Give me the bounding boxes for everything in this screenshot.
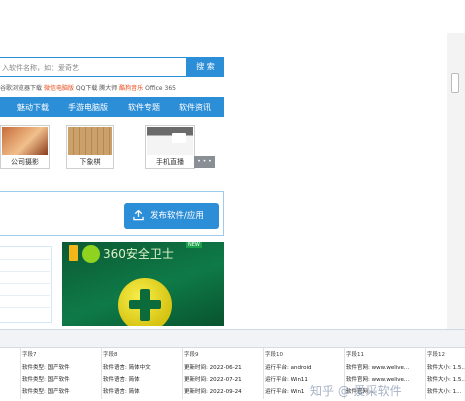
header-cell[interactable]: 字段8	[103, 350, 178, 358]
hot-link[interactable]: QQ下载 腾大师	[76, 85, 117, 92]
hot-link[interactable]: Office 365	[145, 85, 176, 92]
left-list-panel	[0, 246, 52, 323]
app-thumbnail[interactable]: 下象棋	[66, 125, 114, 169]
nav-item[interactable]: 软件专题	[128, 102, 160, 113]
hot-link[interactable]: 谷歌浏览器下载	[0, 85, 42, 92]
hot-keywords: 谷歌浏览器下载 微信电脑版 QQ下载 腾大师 酷狗音乐 Office 365	[0, 83, 176, 92]
list-divider	[0, 271, 50, 272]
nav-item[interactable]: 软件资讯	[179, 102, 211, 113]
upload-icon	[133, 209, 144, 221]
table-cell: 软件语言: 简体中文	[103, 365, 151, 371]
search-input[interactable]: 入软件名称，如：爱奇艺	[0, 57, 187, 77]
nav-item[interactable]: 魅动下载	[17, 102, 49, 113]
hot-link-red[interactable]: 酷狗音乐	[119, 85, 143, 92]
list-divider	[0, 259, 50, 260]
search-button[interactable]: 搜 索	[187, 57, 224, 77]
plus-bar	[140, 289, 150, 321]
nav-item[interactable]: 手游电脑版	[68, 102, 108, 113]
web-page: 入软件名称，如：爱奇艺 搜 索 谷歌浏览器下载 微信电脑版 QQ下载 腾大师 酷…	[0, 33, 447, 329]
browser-top-area	[0, 0, 465, 34]
header-cell[interactable]: 字段11	[346, 350, 421, 358]
bookmark-icon	[69, 245, 78, 261]
header-cell[interactable]: 字段7	[22, 350, 97, 358]
thumbnail-image	[2, 127, 48, 155]
table-cell: 更新时间: 2022-06-21	[184, 365, 242, 371]
thumbnail-caption: 手机直播	[156, 158, 184, 166]
table-cell: 软件大小: 1...	[427, 389, 462, 395]
table-cell: 更新时间: 2022-07-21	[184, 377, 242, 383]
publish-label: 发布软件/应用	[150, 211, 204, 221]
table-cell: 软件类型: 国产软件	[22, 365, 70, 371]
header-cell[interactable]: 字段10	[265, 350, 340, 358]
app-thumbnail[interactable]: 手机直播 • • •	[145, 125, 215, 169]
header-cell[interactable]: 字段12	[427, 350, 465, 358]
table-cell: 软件官网: www.welive...	[346, 365, 410, 371]
table-cell: 软件类型: 国产软件	[22, 377, 70, 383]
table-cell: 软件语言: 简体	[103, 389, 140, 395]
table-cell: 软件类型: 国产软件	[22, 389, 70, 395]
app-thumbnail[interactable]: 公司摄影	[0, 125, 50, 169]
thumbnail-caption: 下象棋	[79, 158, 101, 166]
column-divider	[20, 348, 21, 399]
table-toolbar	[0, 330, 465, 348]
new-badge: NEW	[186, 242, 202, 248]
ad-brand: 360安全卫士	[103, 247, 174, 261]
table-cell: 软件大小: 1.5...	[427, 377, 465, 383]
table-cell: 运行平台: android	[265, 365, 312, 371]
header-cell[interactable]: 字段9	[184, 350, 259, 358]
main-nav: 魅动下载 手游电脑版 软件专题 软件资讯	[0, 97, 224, 117]
list-divider	[0, 295, 50, 296]
plus-shield-icon	[82, 245, 100, 263]
column-divider	[263, 348, 264, 399]
publish-button[interactable]: 发布软件/应用	[124, 203, 219, 229]
column-divider	[101, 348, 102, 399]
scrollbar-handle[interactable]	[451, 73, 459, 93]
thumbnail-image	[147, 127, 193, 155]
watermark: 知乎 @ 爱采软件	[310, 384, 402, 398]
thumbnail-image	[68, 127, 112, 155]
column-divider	[182, 348, 183, 399]
thumbnail-caption: 公司摄影	[11, 158, 39, 166]
table-cell: 软件语言: 简体	[103, 377, 140, 383]
list-divider	[0, 283, 50, 284]
more-icon[interactable]: • • •	[194, 156, 215, 168]
hot-link-red[interactable]: 微信电脑版	[44, 85, 74, 92]
list-divider	[0, 307, 50, 308]
column-divider	[425, 348, 426, 399]
right-scroll-rail[interactable]	[446, 33, 465, 333]
table-cell: 软件大小: 1.5...	[427, 365, 465, 371]
preview-window	[172, 133, 186, 143]
ad-banner[interactable]: 360安全卫士 NEW	[62, 242, 224, 326]
table-cell: 更新时间: 2022-09-24	[184, 389, 242, 395]
